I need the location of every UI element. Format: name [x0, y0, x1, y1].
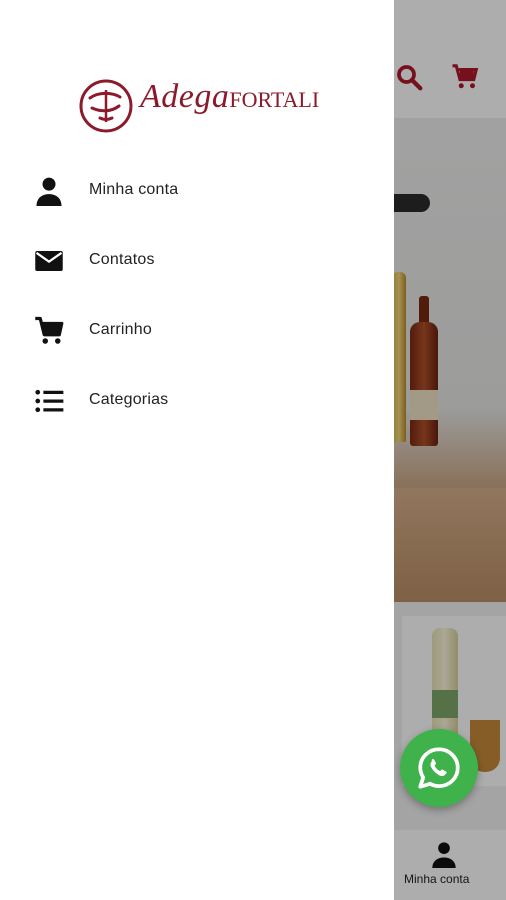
brand-logo-name: FORTALI [229, 87, 320, 112]
cart-icon [35, 316, 64, 344]
navigation-drawer: AdegaFORTALI Minha conta Contatos Carrin… [0, 0, 394, 900]
envelope-icon [35, 251, 63, 271]
brand-logo-script: Adega [140, 78, 230, 115]
list-icon [35, 389, 64, 413]
drawer-item-label: Contatos [89, 251, 155, 268]
brand-logo-text: AdegaFORTALI [140, 78, 319, 116]
drawer-item-carrinho[interactable]: Carrinho [0, 294, 394, 364]
drawer-item-label: Carrinho [89, 321, 152, 338]
whatsapp-icon [418, 747, 460, 789]
drawer-item-label: Minha conta [89, 181, 179, 198]
drawer-item-categorias[interactable]: Categorias [0, 364, 394, 434]
person-icon [36, 177, 62, 206]
drawer-item-label: Categorias [89, 391, 169, 408]
drawer-item-contatos[interactable]: Contatos [0, 224, 394, 294]
whatsapp-button[interactable] [400, 729, 478, 807]
drawer-item-minha-conta[interactable]: Minha conta [0, 154, 394, 224]
